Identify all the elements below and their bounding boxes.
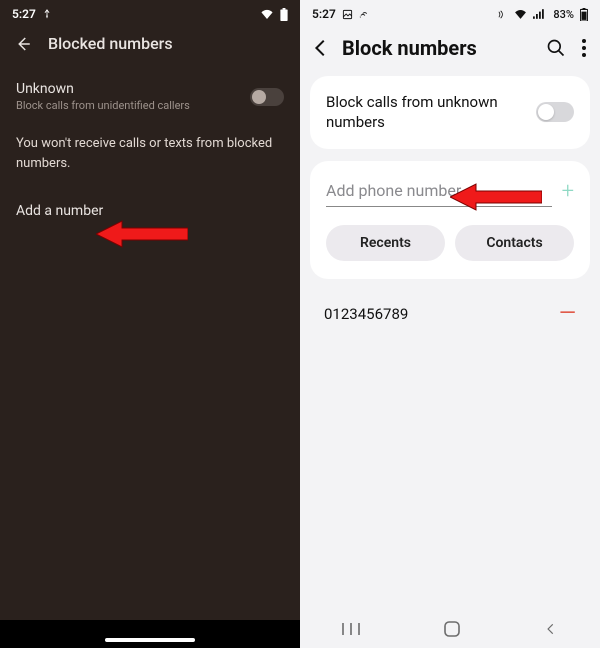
right-screenshot: 5:27 83% Block numbers Block calls from …	[300, 0, 600, 648]
signal-icon	[533, 9, 545, 19]
status-time: 5:27	[12, 7, 36, 21]
wifi-icon	[514, 9, 527, 19]
nfc-small-icon	[497, 9, 508, 20]
unknown-card: Block calls from unknown numbers	[310, 76, 590, 149]
page-title: Blocked numbers	[48, 34, 173, 53]
page-title: Block numbers	[342, 36, 477, 60]
left-screenshot: 5:27 Blocked numbers Unknown Block calls…	[0, 0, 300, 648]
header: Block numbers	[300, 24, 600, 76]
add-number-row[interactable]: Add a number	[0, 197, 300, 225]
search-icon[interactable]	[546, 38, 566, 58]
unknown-toggle[interactable]	[250, 88, 284, 106]
add-card: + Recents Contacts	[310, 161, 590, 279]
recents-button[interactable]: Recents	[326, 225, 445, 261]
more-icon[interactable]	[582, 39, 586, 57]
home-nav-icon[interactable]	[444, 621, 460, 637]
add-icon[interactable]: +	[562, 181, 574, 203]
contacts-button[interactable]: Contacts	[455, 225, 574, 261]
blocked-number-row[interactable]: 0123456789 —	[310, 291, 590, 337]
wifi-icon	[260, 9, 274, 19]
battery-icon	[580, 8, 588, 21]
info-text: You won't receive calls or texts from bl…	[0, 122, 300, 197]
unknown-label: Unknown	[16, 81, 190, 97]
battery-percent: 83%	[553, 8, 574, 21]
back-icon[interactable]	[310, 37, 332, 59]
gesture-bar[interactable]	[105, 638, 195, 642]
dnd-icon	[42, 9, 52, 19]
back-icon[interactable]	[14, 35, 32, 53]
battery-icon	[280, 8, 288, 21]
unknown-toggle[interactable]	[536, 102, 574, 122]
status-bar: 5:27	[0, 0, 300, 24]
nfc-icon	[359, 9, 370, 20]
back-nav-icon[interactable]	[544, 622, 558, 636]
unknown-callers-row[interactable]: Unknown Block calls from unidentified ca…	[0, 71, 300, 122]
status-bar: 5:27 83%	[300, 0, 600, 24]
image-icon	[342, 9, 353, 20]
bottom-strip	[0, 620, 300, 648]
unknown-sublabel: Block calls from unidentified callers	[16, 99, 190, 112]
blocked-number: 0123456789	[324, 305, 408, 323]
recents-nav-icon[interactable]	[342, 622, 360, 636]
phone-input[interactable]	[326, 177, 552, 207]
remove-icon[interactable]: —	[559, 308, 576, 319]
nav-bar	[300, 610, 600, 648]
status-time: 5:27	[312, 7, 336, 21]
unknown-label: Block calls from unknown numbers	[326, 92, 522, 133]
header: Blocked numbers	[0, 24, 300, 71]
